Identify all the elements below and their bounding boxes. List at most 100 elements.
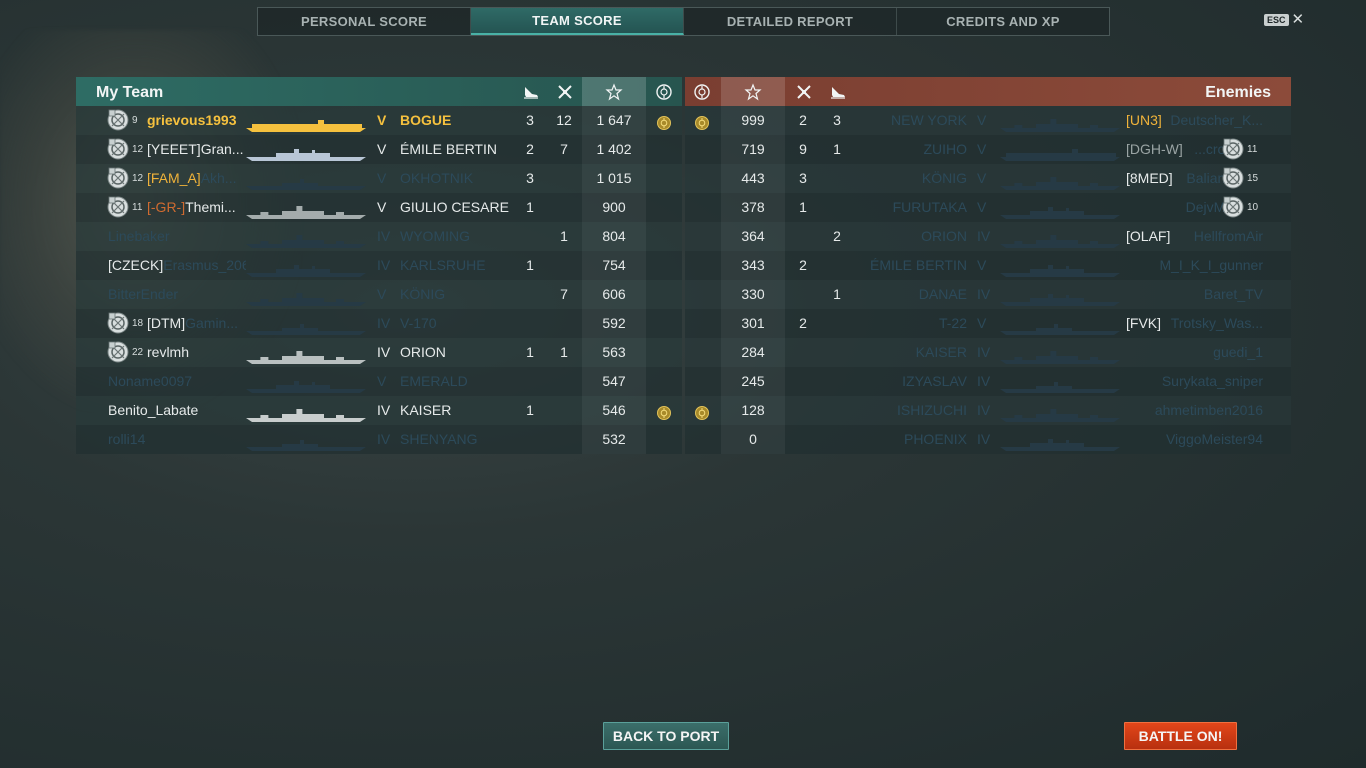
player-name-cell: Noname0097	[108, 367, 246, 396]
back-to-port-button[interactable]: BACK TO PORT	[603, 722, 729, 750]
team-player-row[interactable]: Benito_Labate IV KAISER 1 546	[76, 396, 682, 425]
enemy-team-list: 999 2 3 NEW YORK V [UN3] Deutscher_K... 719 9 1 ZU…	[685, 106, 1291, 454]
rank-badge-icon	[1221, 195, 1247, 219]
tab-personal-score[interactable]: PERSONAL SCORE	[258, 8, 471, 35]
base-xp: 343	[721, 251, 785, 280]
ships-destroyed	[791, 425, 815, 454]
team-player-row[interactable]: Noname0097 V EMERALD 547	[76, 367, 682, 396]
player-name-cell: [-GR-]Themi...	[147, 193, 246, 222]
ships-destroyed: 7	[560, 141, 568, 157]
planes-destroyed: 3	[526, 170, 534, 186]
ships-destroyed	[791, 222, 815, 251]
enemy-player-row[interactable]: 443 3 KÖNIG V [8MED] Balian... 15	[685, 164, 1291, 193]
base-xp: 443	[721, 164, 785, 193]
base-xp: 592	[582, 309, 646, 338]
ship-name: NEW YORK	[891, 112, 967, 128]
close-icon: ✕	[1291, 11, 1305, 28]
enemy-player-row[interactable]: 284 KAISER IV guedi_1	[685, 338, 1291, 367]
tab-detailed-report[interactable]: DETAILED REPORT	[684, 8, 897, 35]
base-xp: 128	[721, 396, 785, 425]
player-name: Gran...	[200, 141, 244, 157]
enemy-player-row[interactable]: 999 2 3 NEW YORK V [UN3] Deutscher_K...	[685, 106, 1291, 135]
ships-destroyed	[552, 193, 576, 222]
ship-tier: V	[377, 141, 387, 157]
ship-silhouette-icon	[1000, 345, 1120, 364]
enemy-team-header: Enemies	[685, 77, 1291, 106]
base-xp: 719	[721, 135, 785, 164]
ship-name: ISHIZUCHI	[897, 402, 967, 418]
ships-destroyed-icon	[791, 77, 817, 106]
enemy-player-row[interactable]: 719 9 1 ZUIHO V [DGH-W] ...cro... 11	[685, 135, 1291, 164]
ships-destroyed: 2	[799, 112, 807, 128]
team-player-row[interactable]: rolli14 IV SHENYANG 532	[76, 425, 682, 454]
tab-credits-and-xp[interactable]: CREDITS AND XP	[897, 8, 1109, 35]
ship-name: T-22	[938, 315, 967, 331]
ship-silhouette-icon	[1000, 432, 1120, 451]
ships-destroyed	[552, 164, 576, 193]
ship-silhouette-icon	[246, 287, 366, 306]
ship-tier: V	[377, 199, 387, 215]
team-player-row[interactable]: 12 [FAM_A]Akh... V OKHOTNIK 3 1 015	[76, 164, 682, 193]
ship-name: PHOENIX	[903, 431, 967, 447]
base-xp: 546	[582, 396, 646, 425]
team-player-row[interactable]: [CZECK]Erasmus_206 IV KARLSRUHE 1 754	[76, 251, 682, 280]
planes-destroyed	[825, 193, 849, 222]
enemy-player-row[interactable]: 330 1 DANAE IV Baret_TV	[685, 280, 1291, 309]
my-team-list: 9 grievous1993 V BOGUE 3 12 1 647 12 [YEEET]Gran…	[76, 106, 682, 454]
my-team-title: My Team	[96, 84, 164, 101]
ships-destroyed	[791, 338, 815, 367]
planes-destroyed: 3	[526, 112, 534, 128]
enemy-player-row[interactable]: 245 IZYASLAV IV Surykata_sniper	[685, 367, 1291, 396]
medal-icon	[656, 402, 672, 420]
ship-name: ORION	[400, 344, 446, 360]
player-name-cell: grievous1993	[147, 106, 246, 135]
team-player-row[interactable]: 11 [-GR-]Themi... V GIULIO CESARE 1 900	[76, 193, 682, 222]
team-player-row[interactable]: 9 grievous1993 V BOGUE 3 12 1 647	[76, 106, 682, 135]
enemy-player-row[interactable]: 128 ISHIZUCHI IV ahmetimben2016	[685, 396, 1291, 425]
clan-tag: [DGH-W]	[1126, 141, 1183, 157]
team-player-row[interactable]: 18 [DTM]Gamin... IV V-170 592	[76, 309, 682, 338]
ship-name: ÉMILE BERTIN	[400, 141, 497, 157]
ship-silhouette-icon	[246, 171, 366, 190]
tab-team-score[interactable]: TEAM SCORE	[471, 8, 684, 35]
ship-tier: IV	[977, 431, 991, 447]
planes-destroyed	[825, 396, 849, 425]
rank-badge-icon	[106, 340, 132, 364]
ship-tier: IV	[377, 402, 391, 418]
medal-column-icon	[689, 77, 715, 106]
player-name: Erasmus_206	[163, 257, 246, 273]
ship-tier: V	[377, 286, 387, 302]
ship-name: GIULIO CESARE	[400, 199, 509, 215]
ship-name: BOGUE	[400, 112, 452, 128]
ship-silhouette-icon	[1000, 287, 1120, 306]
player-level: 18	[132, 318, 144, 329]
ships-destroyed	[552, 396, 576, 425]
close-button[interactable]: ESC ✕	[1264, 11, 1305, 28]
player-level: 15	[1247, 173, 1259, 184]
ship-silhouette-icon	[246, 229, 366, 248]
team-player-row[interactable]: Linebaker IV WYOMING 1 804	[76, 222, 682, 251]
player-name-cell: Linebaker	[108, 222, 246, 251]
team-player-row[interactable]: 12 [YEEET]Gran... V ÉMILE BERTIN 2 7 1 402	[76, 135, 682, 164]
planes-destroyed: 1	[526, 402, 534, 418]
battle-on-button[interactable]: BATTLE ON!	[1124, 722, 1237, 750]
planes-destroyed: 2	[526, 141, 534, 157]
planes-destroyed: 1	[526, 344, 534, 360]
team-player-row[interactable]: 22 revlmh IV ORION 1 1 563	[76, 338, 682, 367]
ships-destroyed: 3	[799, 170, 807, 186]
team-player-row[interactable]: BitterEnder V KÖNIG 7 606	[76, 280, 682, 309]
base-xp: 1 647	[582, 106, 646, 135]
ships-destroyed	[791, 396, 815, 425]
enemy-player-row[interactable]: 301 2 T-22 V [FVK] Trotsky_Was...	[685, 309, 1291, 338]
my-team-panel: My Team 9 grievous1993 V BOGUE 3 12 1 647 12 [YE…	[76, 77, 682, 454]
player-name: grievous1993	[147, 112, 237, 128]
ship-name: KARLSRUHE	[400, 257, 486, 273]
enemy-player-row[interactable]: 378 1 FURUTAKA V DejvMM 10	[685, 193, 1291, 222]
enemy-player-row[interactable]: 0 PHOENIX IV ViggoMeister94	[685, 425, 1291, 454]
enemy-player-row[interactable]: 343 2 ÉMILE BERTIN V M_I_K_I_gunner	[685, 251, 1291, 280]
ship-name: KAISER	[915, 344, 967, 360]
enemy-player-row[interactable]: 364 2 ORION IV [OLAF] HellfromAir	[685, 222, 1291, 251]
ship-silhouette-icon	[246, 258, 366, 277]
planes-destroyed	[825, 164, 849, 193]
ship-name: KAISER	[400, 402, 452, 418]
